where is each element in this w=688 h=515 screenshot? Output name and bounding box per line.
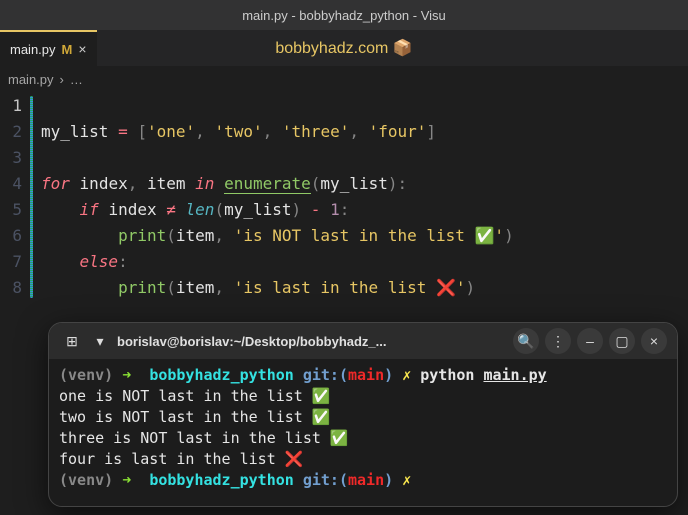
- tab-filename: main.py: [10, 42, 56, 57]
- tab-modified-indicator: M: [62, 42, 73, 57]
- tab-close-icon[interactable]: ×: [78, 41, 86, 57]
- code-area[interactable]: my_list = ['one', 'two', 'three', 'four'…: [36, 93, 514, 301]
- menu-icon[interactable]: ⋮: [545, 328, 571, 354]
- line-number: 6: [0, 223, 22, 249]
- close-icon[interactable]: ×: [641, 328, 667, 354]
- breadcrumb[interactable]: main.py › …: [0, 66, 688, 93]
- new-tab-icon[interactable]: ⊞: [59, 328, 85, 354]
- minimize-icon[interactable]: –: [577, 328, 603, 354]
- tab-main-py[interactable]: main.py M ×: [0, 30, 97, 66]
- terminal-window: ⊞ ▾ borislav@borislav:~/Desktop/bobbyhad…: [48, 322, 678, 507]
- tab-dropdown-icon[interactable]: ▾: [93, 328, 107, 354]
- breadcrumb-file[interactable]: main.py: [8, 72, 54, 87]
- line-number: 8: [0, 275, 22, 301]
- line-number: 7: [0, 249, 22, 275]
- window-title: main.py - bobbyhadz_python - Visu: [242, 8, 446, 23]
- gutter-color-bar: [28, 93, 36, 301]
- breadcrumb-more[interactable]: …: [70, 72, 83, 87]
- line-number: 2: [0, 119, 22, 145]
- terminal-output[interactable]: (venv) ➜ bobbyhadz_python git:(main) ✗ p…: [49, 359, 677, 506]
- code-editor[interactable]: 1 2 3 4 5 6 7 8 my_list = ['one', 'two',…: [0, 93, 688, 301]
- line-number: 1: [0, 93, 22, 119]
- tab-bar: main.py M × bobbyhadz.com 📦: [0, 30, 688, 66]
- line-number: 5: [0, 197, 22, 223]
- maximize-icon[interactable]: ▢: [609, 328, 635, 354]
- breadcrumb-separator-icon: ›: [60, 72, 64, 87]
- line-number: 3: [0, 145, 22, 171]
- watermark-text: bobbyhadz.com 📦: [275, 38, 412, 58]
- line-number: 4: [0, 171, 22, 197]
- line-number-gutter: 1 2 3 4 5 6 7 8: [0, 93, 28, 301]
- terminal-title: borislav@borislav:~/Desktop/bobbyhadz_..…: [117, 334, 503, 349]
- window-title-bar: main.py - bobbyhadz_python - Visu: [0, 0, 688, 30]
- terminal-header: ⊞ ▾ borislav@borislav:~/Desktop/bobbyhad…: [49, 323, 677, 359]
- search-icon[interactable]: 🔍: [513, 328, 539, 354]
